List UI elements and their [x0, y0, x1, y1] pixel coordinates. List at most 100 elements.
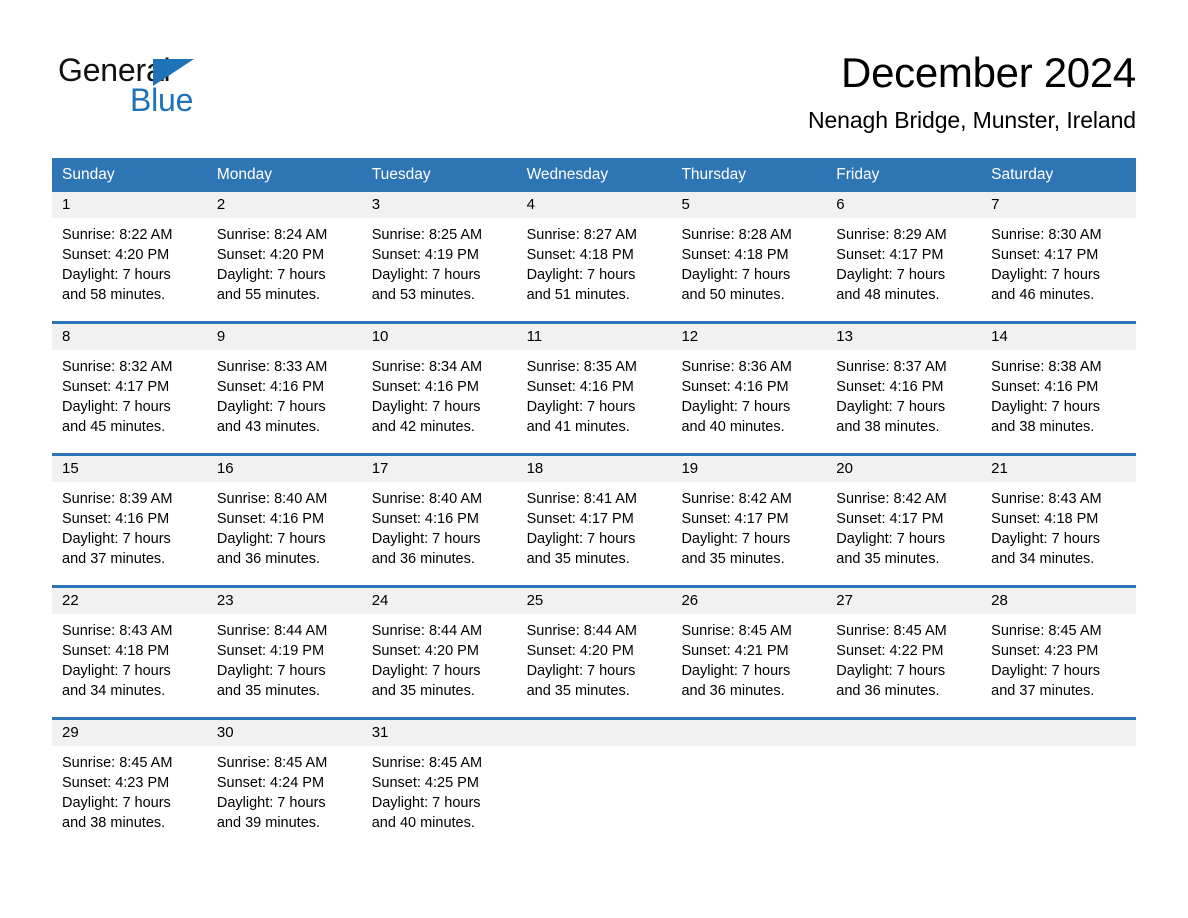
daylight-text-line2: and 51 minutes. — [526, 287, 630, 303]
daylight-text-line1: Daylight: 7 hours — [62, 267, 171, 283]
day-cell[interactable]: 23 Sunrise: 8:44 AM Sunset: 4:19 PM Dayl… — [206, 588, 362, 717]
day-cell[interactable]: 15 Sunrise: 8:39 AM Sunset: 4:16 PM Dayl… — [52, 456, 207, 585]
day-cell[interactable]: 22 Sunrise: 8:43 AM Sunset: 4:18 PM Dayl… — [52, 588, 207, 717]
day-number — [671, 720, 827, 746]
sunset-text: Sunset: 4:22 PM — [836, 643, 944, 659]
day-cell[interactable]: 13 Sunrise: 8:37 AM Sunset: 4:16 PM Dayl… — [826, 324, 982, 453]
daylight-text-line1: Daylight: 7 hours — [526, 531, 636, 547]
daylight-text-line1: Daylight: 7 hours — [526, 663, 636, 679]
day-cell-empty — [516, 720, 672, 849]
daylight-text-line2: and 35 minutes. — [371, 683, 475, 699]
sunset-text: Sunset: 4:16 PM — [216, 379, 325, 395]
daylight-text-line2: and 53 minutes. — [371, 287, 475, 303]
daylight-text-line1: Daylight: 7 hours — [681, 531, 791, 547]
day-cell[interactable]: 26 Sunrise: 8:45 AM Sunset: 4:21 PM Dayl… — [671, 588, 827, 717]
day-details: Sunrise: 8:40 AM Sunset: 4:16 PM Dayligh… — [207, 482, 362, 585]
day-cell[interactable]: 25 Sunrise: 8:44 AM Sunset: 4:20 PM Dayl… — [516, 588, 672, 717]
day-details — [826, 746, 981, 834]
daylight-text-line2: and 35 minutes. — [836, 551, 940, 567]
sunrise-text: Sunrise: 8:42 AM — [681, 491, 792, 507]
day-cell[interactable]: 28 Sunrise: 8:45 AM Sunset: 4:23 PM Dayl… — [981, 588, 1137, 717]
day-cell[interactable]: 31 Sunrise: 8:45 AM Sunset: 4:25 PM Dayl… — [361, 720, 517, 849]
daylight-text-line2: and 36 minutes. — [836, 683, 940, 699]
day-details: Sunrise: 8:36 AM Sunset: 4:16 PM Dayligh… — [671, 350, 826, 453]
day-number: 5 — [671, 192, 827, 218]
day-cell[interactable]: 17 Sunrise: 8:40 AM Sunset: 4:16 PM Dayl… — [361, 456, 517, 585]
sunset-text: Sunset: 4:17 PM — [991, 247, 1099, 263]
day-number: 23 — [206, 588, 362, 614]
day-cell[interactable]: 29 Sunrise: 8:45 AM Sunset: 4:23 PM Dayl… — [52, 720, 207, 849]
weekday-header-thursday: Thursday — [681, 166, 747, 183]
day-number: 14 — [981, 324, 1137, 350]
day-details: Sunrise: 8:27 AM Sunset: 4:18 PM Dayligh… — [517, 218, 672, 321]
day-cell[interactable]: 24 Sunrise: 8:44 AM Sunset: 4:20 PM Dayl… — [361, 588, 517, 717]
daylight-text-line2: and 36 minutes. — [681, 683, 785, 699]
daylight-text-line1: Daylight: 7 hours — [681, 399, 791, 415]
day-cell[interactable]: 5 Sunrise: 8:28 AM Sunset: 4:18 PM Dayli… — [671, 192, 827, 321]
day-cell[interactable]: 8 Sunrise: 8:32 AM Sunset: 4:17 PM Dayli… — [52, 324, 207, 453]
day-cell[interactable]: 9 Sunrise: 8:33 AM Sunset: 4:16 PM Dayli… — [206, 324, 362, 453]
day-number: 11 — [516, 324, 672, 350]
day-number: 22 — [52, 588, 207, 614]
day-cell[interactable]: 6 Sunrise: 8:29 AM Sunset: 4:17 PM Dayli… — [826, 192, 982, 321]
daylight-text-line2: and 45 minutes. — [62, 419, 166, 435]
daylight-text-line1: Daylight: 7 hours — [62, 531, 171, 547]
logo-text-blue: Blue — [130, 82, 194, 118]
sunrise-text: Sunrise: 8:44 AM — [526, 623, 637, 639]
day-cell[interactable]: 30 Sunrise: 8:45 AM Sunset: 4:24 PM Dayl… — [206, 720, 362, 849]
day-cell[interactable]: 11 Sunrise: 8:35 AM Sunset: 4:16 PM Dayl… — [516, 324, 672, 453]
day-cell[interactable]: 19 Sunrise: 8:42 AM Sunset: 4:17 PM Dayl… — [671, 456, 827, 585]
sunset-text: Sunset: 4:17 PM — [681, 511, 789, 527]
daylight-text-line2: and 41 minutes. — [526, 419, 630, 435]
day-cell[interactable]: 1 Sunrise: 8:22 AM Sunset: 4:20 PM Dayli… — [52, 192, 207, 321]
day-number: 12 — [671, 324, 827, 350]
sunrise-text: Sunrise: 8:24 AM — [216, 227, 328, 243]
day-number: 9 — [206, 324, 362, 350]
day-details: Sunrise: 8:30 AM Sunset: 4:17 PM Dayligh… — [981, 218, 1136, 321]
day-number: 28 — [981, 588, 1137, 614]
sunrise-text: Sunrise: 8:27 AM — [526, 227, 637, 243]
daylight-text-line1: Daylight: 7 hours — [836, 267, 946, 283]
day-cell[interactable]: 14 Sunrise: 8:38 AM Sunset: 4:16 PM Dayl… — [981, 324, 1137, 453]
day-details: Sunrise: 8:41 AM Sunset: 4:17 PM Dayligh… — [517, 482, 672, 585]
daylight-text-line1: Daylight: 7 hours — [216, 531, 326, 547]
sunset-text: Sunset: 4:24 PM — [216, 775, 325, 791]
daylight-text-line2: and 35 minutes. — [681, 551, 785, 567]
daylight-text-line1: Daylight: 7 hours — [371, 531, 481, 547]
day-details: Sunrise: 8:44 AM Sunset: 4:19 PM Dayligh… — [207, 614, 362, 717]
daylight-text-line2: and 48 minutes. — [836, 287, 940, 303]
day-cell[interactable]: 10 Sunrise: 8:34 AM Sunset: 4:16 PM Dayl… — [361, 324, 517, 453]
general-blue-logo[interactable]: General Blue — [58, 52, 318, 122]
day-cell[interactable]: 7 Sunrise: 8:30 AM Sunset: 4:17 PM Dayli… — [981, 192, 1137, 321]
day-cell[interactable]: 16 Sunrise: 8:40 AM Sunset: 4:16 PM Dayl… — [206, 456, 362, 585]
day-cell[interactable]: 4 Sunrise: 8:27 AM Sunset: 4:18 PM Dayli… — [516, 192, 672, 321]
daylight-text-line2: and 36 minutes. — [216, 551, 321, 567]
day-details: Sunrise: 8:44 AM Sunset: 4:20 PM Dayligh… — [362, 614, 517, 717]
sunset-text: Sunset: 4:17 PM — [836, 247, 944, 263]
daylight-text-line1: Daylight: 7 hours — [371, 663, 481, 679]
sunset-text: Sunset: 4:16 PM — [526, 379, 634, 395]
day-number: 19 — [671, 456, 827, 482]
day-cell[interactable]: 27 Sunrise: 8:45 AM Sunset: 4:22 PM Dayl… — [826, 588, 982, 717]
sunset-text: Sunset: 4:18 PM — [526, 247, 634, 263]
day-cell[interactable]: 3 Sunrise: 8:25 AM Sunset: 4:19 PM Dayli… — [361, 192, 517, 321]
day-number: 13 — [826, 324, 982, 350]
sunset-text: Sunset: 4:21 PM — [681, 643, 789, 659]
day-number: 4 — [516, 192, 672, 218]
day-details: Sunrise: 8:45 AM Sunset: 4:21 PM Dayligh… — [671, 614, 826, 717]
sunrise-text: Sunrise: 8:30 AM — [991, 227, 1102, 243]
daylight-text-line1: Daylight: 7 hours — [62, 795, 171, 811]
daylight-text-line1: Daylight: 7 hours — [216, 267, 326, 283]
day-cell[interactable]: 2 Sunrise: 8:24 AM Sunset: 4:20 PM Dayli… — [206, 192, 362, 321]
day-details: Sunrise: 8:22 AM Sunset: 4:20 PM Dayligh… — [52, 218, 207, 321]
day-details: Sunrise: 8:28 AM Sunset: 4:18 PM Dayligh… — [671, 218, 826, 321]
day-cell[interactable]: 18 Sunrise: 8:41 AM Sunset: 4:17 PM Dayl… — [516, 456, 672, 585]
sunset-text: Sunset: 4:20 PM — [526, 643, 634, 659]
day-cell-empty — [981, 720, 1137, 849]
week-row: 8 Sunrise: 8:32 AM Sunset: 4:17 PM Dayli… — [52, 321, 1137, 453]
day-cell[interactable]: 12 Sunrise: 8:36 AM Sunset: 4:16 PM Dayl… — [671, 324, 827, 453]
day-number — [826, 720, 982, 746]
day-cell[interactable]: 21 Sunrise: 8:43 AM Sunset: 4:18 PM Dayl… — [981, 456, 1137, 585]
day-cell[interactable]: 20 Sunrise: 8:42 AM Sunset: 4:17 PM Dayl… — [826, 456, 982, 585]
daylight-text-line2: and 46 minutes. — [991, 287, 1095, 303]
